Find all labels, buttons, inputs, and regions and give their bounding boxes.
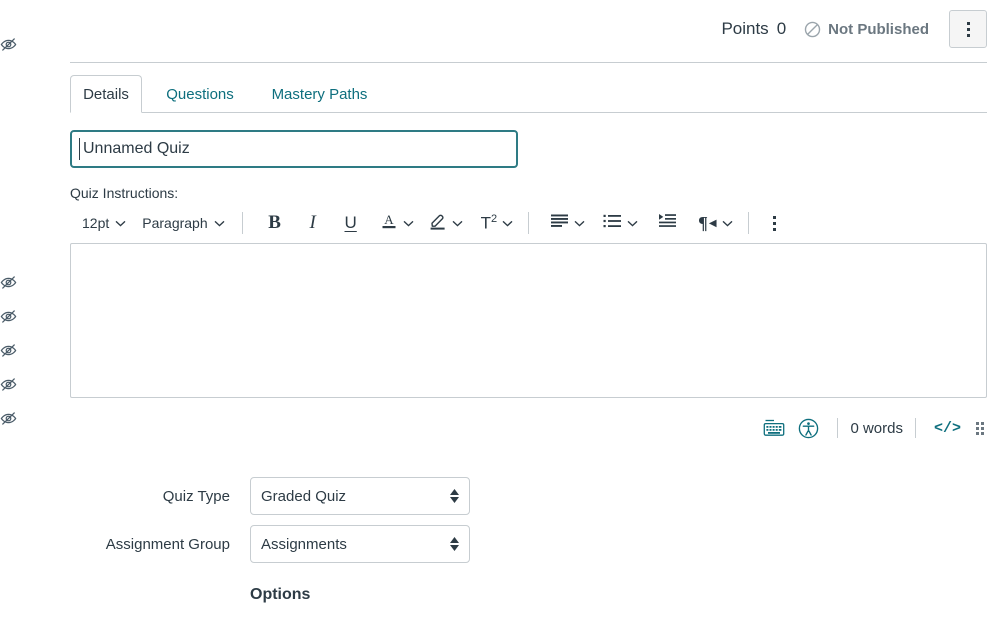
bulleted-list-icon: [603, 213, 622, 234]
header-actions: Points 0 Not Published: [721, 10, 987, 48]
chevron-down-icon: [115, 220, 126, 227]
assignment-group-row: Assignment Group Assignments: [70, 525, 470, 563]
hidden-eye-icon: [0, 274, 17, 291]
rce-status-bar: 0 words </>: [70, 398, 987, 448]
quiz-type-select[interactable]: Graded QuizPractice QuizGraded SurveyUng…: [250, 477, 470, 515]
quiz-header: Points 0 Not Published: [70, 0, 987, 63]
italic-icon: I: [309, 212, 316, 233]
status-badge: Not Published: [804, 21, 929, 38]
hidden-eye-icon: [0, 410, 17, 427]
toolbar-divider: [528, 212, 530, 234]
chevron-down-icon: [574, 220, 585, 227]
tab-questions[interactable]: Questions: [150, 75, 250, 113]
quiz-title-input[interactable]: [70, 130, 518, 168]
word-count: 0 words: [850, 419, 903, 437]
bold-icon: B: [268, 212, 281, 233]
hidden-eye-icon: [0, 36, 17, 53]
assignment-group-select[interactable]: Assignments: [250, 525, 470, 563]
block-format-dropdown[interactable]: Paragraph: [134, 209, 232, 237]
underline-button[interactable]: U: [334, 208, 368, 238]
quiz-type-row: Quiz Type Graded QuizPractice QuizGraded…: [70, 477, 470, 515]
paragraph-rtl-icon: ¶ ◀: [698, 213, 717, 233]
highlight-color-button[interactable]: [422, 208, 469, 238]
assignment-group-select-wrap: Assignments: [250, 525, 470, 563]
status-badge-label: Not Published: [828, 20, 929, 38]
hidden-eye-icon: [0, 308, 17, 325]
tab-details-label: Details: [83, 85, 129, 103]
superscript-icon: T2: [480, 212, 498, 233]
text-direction-button[interactable]: ¶ ◀: [692, 208, 738, 238]
chevron-down-icon: [627, 220, 638, 227]
font-size-label: 12pt: [82, 215, 110, 231]
text-color-icon: A: [380, 211, 398, 236]
more-options-icon[interactable]: [949, 10, 987, 48]
highlighter-icon: [428, 211, 447, 236]
rce-toolbar: 12pt Paragraph B I U A T2 ¶ ◀: [70, 203, 987, 243]
hidden-eye-icon: [0, 376, 17, 393]
font-size-dropdown[interactable]: 12pt: [74, 209, 134, 237]
chevron-down-icon: [722, 220, 733, 227]
increase-indent-button[interactable]: [650, 208, 684, 238]
tab-details[interactable]: Details: [70, 75, 142, 113]
no-entry-icon: [804, 21, 821, 38]
hidden-eye-icon: [0, 342, 17, 359]
chevron-down-icon: [214, 220, 225, 227]
tab-questions-label: Questions: [166, 85, 234, 103]
text-caret: [79, 138, 80, 160]
align-button[interactable]: [544, 208, 591, 238]
superscript-button[interactable]: T2: [475, 208, 520, 238]
assignment-group-label: Assignment Group: [105, 535, 230, 553]
html-editor-button[interactable]: </>: [928, 420, 967, 437]
options-heading: Options: [250, 586, 311, 603]
underline-icon: U: [344, 213, 357, 232]
list-button[interactable]: [597, 208, 644, 238]
block-format-label: Paragraph: [142, 215, 208, 231]
resize-handle-icon[interactable]: [973, 420, 987, 436]
chevron-down-icon: [403, 220, 414, 227]
more-toolbar-options-icon[interactable]: [758, 208, 792, 238]
points-value: 0: [776, 19, 787, 38]
align-left-icon: [550, 213, 569, 234]
chevron-down-icon: [502, 220, 513, 227]
quiz-tabs: Details Questions Mastery Paths: [70, 63, 987, 113]
rich-content-editor: 12pt Paragraph B I U A T2 ¶ ◀ 0 words </…: [70, 203, 987, 448]
toolbar-divider: [747, 212, 749, 234]
quiz-title-field: [70, 130, 518, 168]
status-divider: [914, 418, 916, 438]
quiz-type-select-wrap: Graded QuizPractice QuizGraded SurveyUng…: [250, 477, 470, 515]
tab-mastery-paths-label: Mastery Paths: [271, 85, 368, 103]
bold-button[interactable]: B: [258, 208, 292, 238]
increase-indent-icon: [658, 213, 677, 234]
text-color-button[interactable]: A: [374, 208, 420, 238]
status-divider: [837, 418, 839, 438]
svg-text:A: A: [384, 212, 394, 227]
chevron-down-icon: [452, 220, 463, 227]
keyboard-shortcuts-icon[interactable]: [757, 414, 791, 442]
quiz-instructions-label: Quiz Instructions:: [70, 185, 179, 201]
accessibility-checker-icon[interactable]: [791, 414, 825, 442]
rce-content-area[interactable]: [70, 243, 987, 398]
tab-mastery-paths[interactable]: Mastery Paths: [256, 75, 383, 113]
toolbar-divider: [241, 212, 243, 234]
quiz-type-label: Quiz Type: [162, 487, 230, 505]
italic-button[interactable]: I: [296, 208, 330, 238]
points-label: Points: [721, 19, 769, 38]
